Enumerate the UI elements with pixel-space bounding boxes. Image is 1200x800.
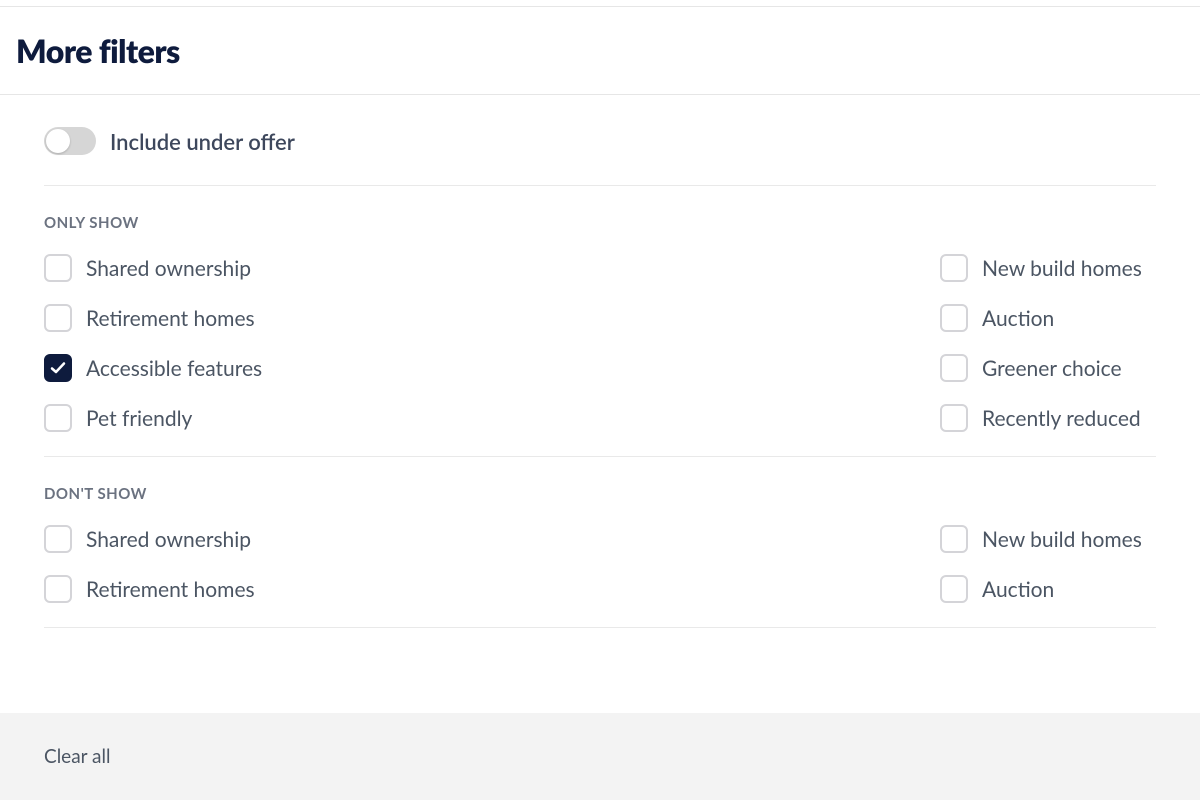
only-show-greener-choice[interactable]: Greener choice xyxy=(940,354,1156,382)
checkbox-label: New build homes xyxy=(982,527,1142,552)
include-under-offer-label: Include under offer xyxy=(110,128,295,155)
checkbox-label: Pet friendly xyxy=(86,406,192,431)
include-under-offer-row: Include under offer xyxy=(44,95,1156,186)
toggle-knob xyxy=(46,129,70,153)
checkbox-label: Auction xyxy=(982,577,1054,602)
checkbox-label: Shared ownership xyxy=(86,256,251,281)
checkbox-icon xyxy=(44,404,72,432)
checkbox-label: New build homes xyxy=(982,256,1142,281)
checkbox-icon xyxy=(44,525,72,553)
checkbox-icon xyxy=(940,354,968,382)
checkbox-icon xyxy=(44,254,72,282)
only-show-accessible-features[interactable]: Accessible features xyxy=(44,354,580,382)
only-show-auction[interactable]: Auction xyxy=(940,304,1156,332)
checkbox-icon xyxy=(940,525,968,553)
dont-show-title: DON'T SHOW xyxy=(44,485,1156,503)
checkbox-label: Retirement homes xyxy=(86,306,255,331)
only-show-new-build-homes[interactable]: New build homes xyxy=(940,254,1156,282)
checkbox-icon xyxy=(940,254,968,282)
check-icon xyxy=(50,360,66,376)
only-show-pet-friendly[interactable]: Pet friendly xyxy=(44,404,580,432)
checkbox-label: Retirement homes xyxy=(86,577,255,602)
dont-show-shared-ownership[interactable]: Shared ownership xyxy=(44,525,580,553)
checkbox-label: Accessible features xyxy=(86,356,262,381)
dont-show-new-build-homes[interactable]: New build homes xyxy=(940,525,1156,553)
filters-footer: Clear all xyxy=(0,713,1200,800)
checkbox-icon xyxy=(940,404,968,432)
only-show-shared-ownership[interactable]: Shared ownership xyxy=(44,254,580,282)
checkbox-icon xyxy=(44,354,72,382)
include-under-offer-toggle[interactable] xyxy=(44,127,96,155)
checkbox-label: Auction xyxy=(982,306,1054,331)
clear-all-button[interactable]: Clear all xyxy=(44,745,110,768)
checkbox-icon xyxy=(940,575,968,603)
checkbox-label: Shared ownership xyxy=(86,527,251,552)
checkbox-icon xyxy=(44,304,72,332)
checkbox-label: Recently reduced xyxy=(982,406,1141,431)
filters-header: More filters xyxy=(0,7,1200,94)
only-show-section: ONLY SHOW Shared ownership Retirem xyxy=(44,186,1156,457)
only-show-retirement-homes[interactable]: Retirement homes xyxy=(44,304,580,332)
page-title: More filters xyxy=(16,31,1184,70)
checkbox-icon xyxy=(940,304,968,332)
only-show-title: ONLY SHOW xyxy=(44,214,1156,232)
dont-show-section: DON'T SHOW Shared ownership Retire xyxy=(44,457,1156,628)
dont-show-retirement-homes[interactable]: Retirement homes xyxy=(44,575,580,603)
top-border xyxy=(0,0,1200,7)
only-show-recently-reduced[interactable]: Recently reduced xyxy=(940,404,1156,432)
dont-show-auction[interactable]: Auction xyxy=(940,575,1156,603)
checkbox-icon xyxy=(44,575,72,603)
checkbox-label: Greener choice xyxy=(982,356,1122,381)
